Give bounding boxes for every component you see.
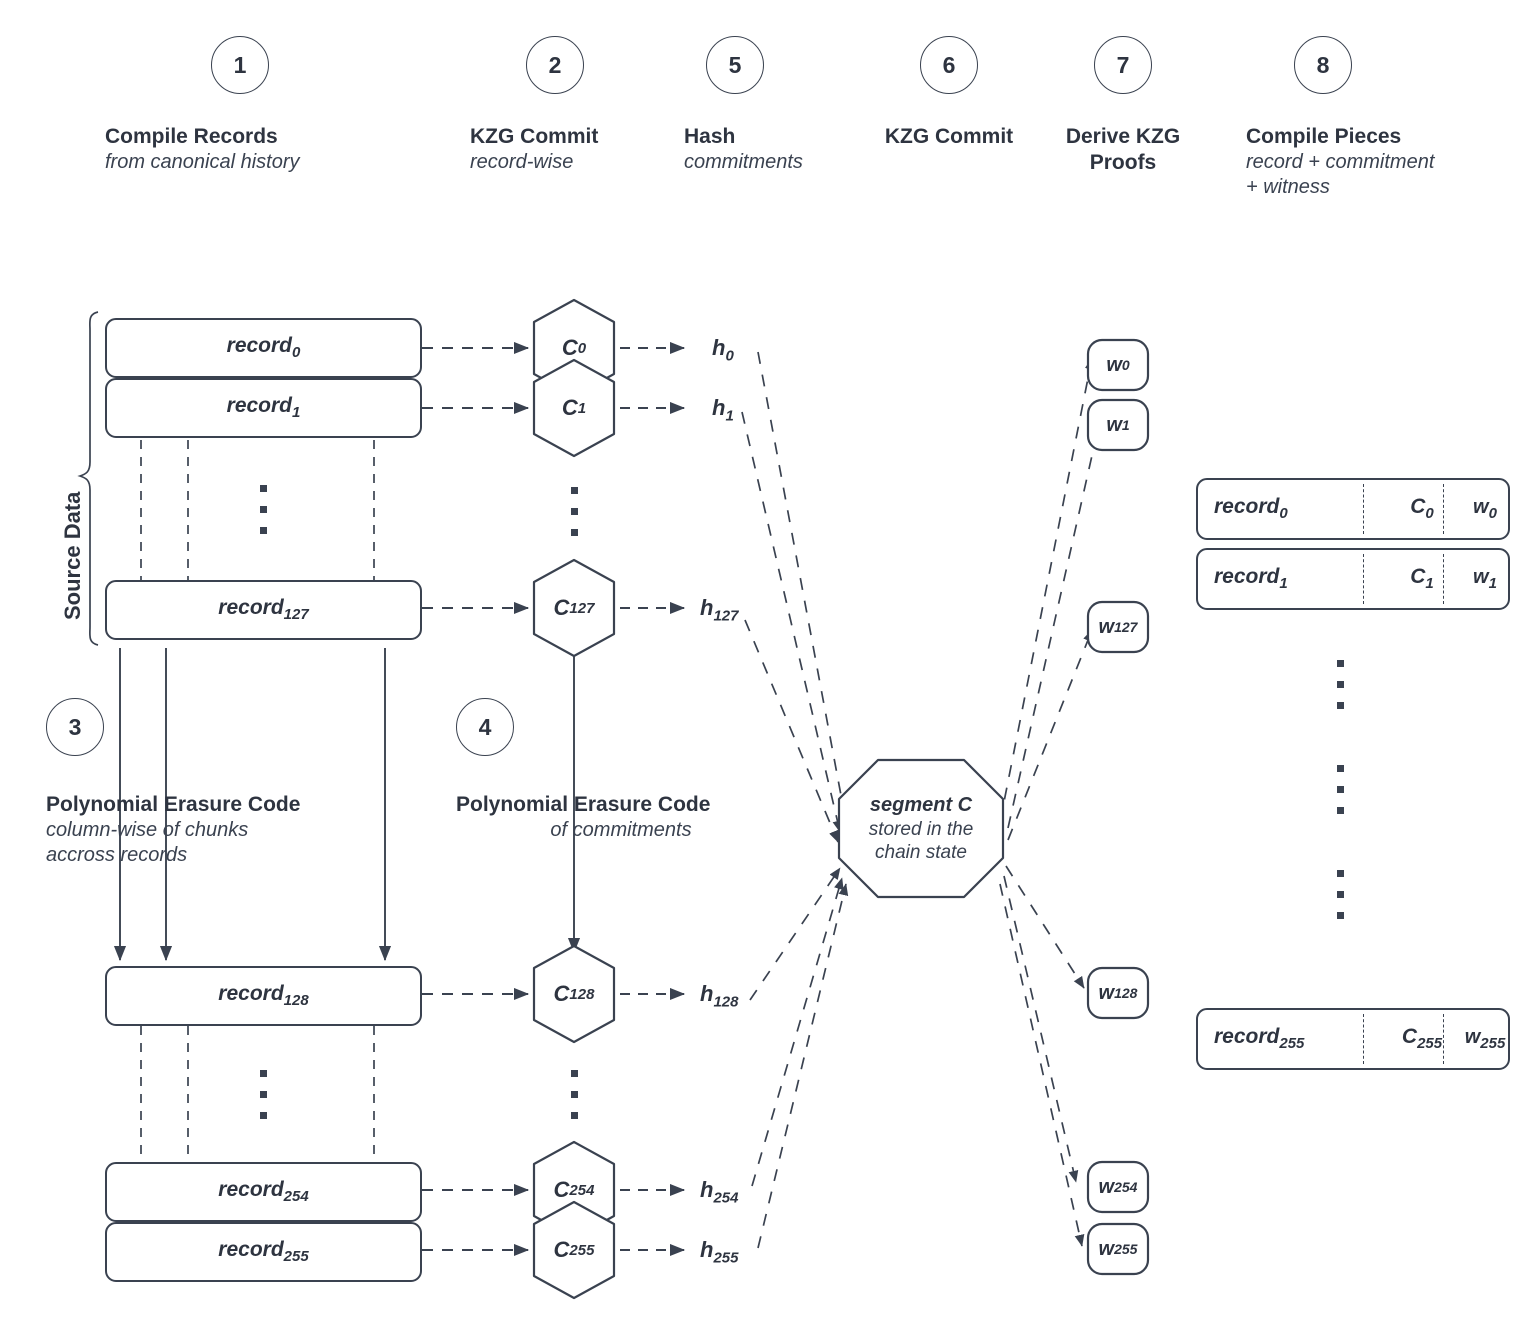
witness-node-127: w 127 [1098,615,1138,638]
segment-sub-line2: chain state [875,841,967,863]
pieces-ellipsis-1 [1337,660,1344,709]
step-8-title: Compile Pieces [1246,125,1402,148]
record-label-255: record255 [218,1238,309,1266]
step-2-subtitle: record-wise [470,151,574,174]
step-3-number: 3 [46,698,104,756]
step-8-subtitle: record + commitment + witness [1246,151,1435,199]
step-5: 5 Hash commitments [684,36,844,175]
pieces-ellipsis-3 [1337,870,1344,919]
step-3-subtitle: column-wise of chunks accross records [46,819,249,867]
commitment-hex-255: C 255 [553,1237,595,1262]
step-6-number: 6 [920,36,978,94]
witness-node-0: w0 [1106,353,1130,376]
pieces-ellipsis-2 [1337,765,1344,814]
step-6-title: KZG Commit [884,125,1014,148]
step-8-number: 8 [1294,36,1352,94]
hash-label-1: h1 [712,395,734,425]
step-2-number: 2 [526,36,584,94]
piece-witness-0: w0 [1473,496,1497,522]
segment-to-witness-arrows [999,357,1103,1247]
step-4-number: 4 [456,698,514,756]
step-3-title: Polynomial Erasure Code [46,793,301,816]
piece-divider-b [1443,554,1444,604]
step-5-subtitle: commitments [684,151,803,174]
step-5-number: 5 [706,36,764,94]
piece-divider-b [1443,484,1444,534]
piece-divider-a [1363,484,1364,534]
source-data-label: Source Data [60,491,85,620]
record-box-255: record255 [105,1222,422,1282]
segment-c-node: segment C stored in the chain state [839,760,1003,897]
piece-commitment-255: C255 [1401,1025,1443,1053]
segment-title: segment C [869,794,973,817]
commitments-ellipsis-upper [571,487,578,536]
step-3: 3 Polynomial Erasure Code column-wise of… [46,698,406,868]
piece-row-0: record0 C0 w0 [1196,478,1510,540]
record-label-127: record127 [218,596,309,624]
step-4: 4 Polynomial Erasure Code of commitments [456,698,786,843]
segment-sub-line1: stored in the [868,818,974,840]
hash-label-127: h127 [700,595,739,625]
piece-divider-a [1363,554,1364,604]
record-box-128: record128 [105,966,422,1026]
piece-record-1: record1 [1214,565,1288,593]
commitment-hex-128: C 128 [553,981,595,1006]
piece-row-255: record255 C255 w255 [1196,1008,1510,1070]
piece-witness-255: w255 [1464,1026,1506,1052]
step-2: 2 KZG Commit record-wise [470,36,640,175]
record-label-0: record0 [226,334,301,362]
record-box-254: record254 [105,1162,422,1222]
step-5-title: Hash [684,125,736,148]
step-1: 1 Compile Records from canonical history [105,36,375,175]
witness-node-128: w 128 [1098,981,1138,1004]
records-ellipsis-upper [260,485,267,534]
hash-label-255: h255 [700,1237,739,1267]
witness-node-255: w 255 [1098,1237,1138,1260]
piece-divider-b [1443,1014,1444,1064]
step-1-subtitle: from canonical history [105,151,300,174]
step-8: 8 Compile Pieces record + commitment + w… [1246,36,1530,200]
commitments-ellipsis-lower [571,1070,578,1119]
record-box-1: record1 [105,378,422,438]
witness-node-1: w1 [1106,413,1130,436]
step-2-title: KZG Commit [470,125,599,148]
step-1-title: Compile Records [105,125,278,148]
piece-commitment-0: C0 [1410,495,1434,523]
witness-shapes [1086,338,1150,1276]
piece-record-0: record0 [1214,495,1288,523]
step-7: 7 Derive KZG Proofs [1047,36,1199,177]
step-4-title: Polynomial Erasure Code [456,793,711,816]
record-label-1: record1 [226,394,301,422]
piece-row-1: record1 C1 w1 [1196,548,1510,610]
record-box-127: record127 [105,580,422,640]
step-4-subtitle: of commitments [550,819,692,842]
hash-label-0: h0 [712,335,734,365]
records-ellipsis-lower [260,1070,267,1119]
step-7-number: 7 [1094,36,1152,94]
hash-label-128: h128 [700,981,739,1011]
piece-commitment-1: C1 [1410,565,1434,593]
hash-label-254: h254 [700,1177,739,1207]
step-6: 6 KZG Commit [866,36,1032,150]
step-1-number: 1 [211,36,269,94]
piece-record-255: record255 [1214,1025,1305,1053]
commitment-hex-1: C1 [561,395,587,420]
record-label-254: record254 [218,1178,309,1206]
commitment-hex-127: C 127 [553,595,595,620]
step-7-title: Derive KZG Proofs [1065,125,1181,175]
record-label-128: record128 [218,982,309,1010]
piece-witness-1: w1 [1473,566,1497,592]
record-box-0: record0 [105,318,422,378]
piece-divider-a [1363,1014,1364,1064]
witness-node-254: w 254 [1098,1175,1138,1198]
